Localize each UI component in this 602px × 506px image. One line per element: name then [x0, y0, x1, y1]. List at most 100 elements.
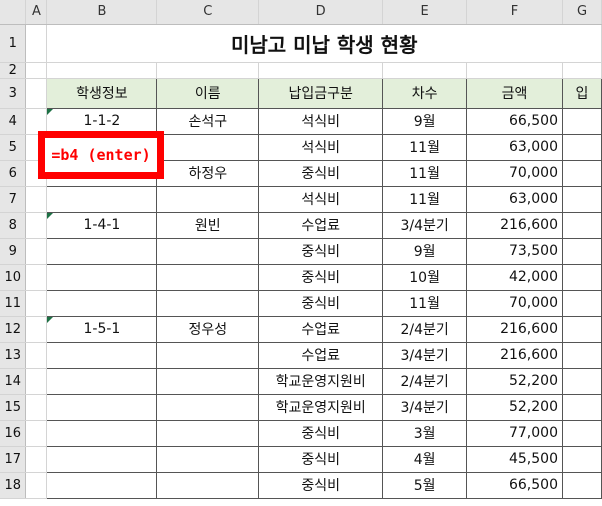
cell-a9[interactable] [25, 238, 48, 265]
cell-b12[interactable]: 1-5-1 [46, 315, 158, 343]
cell-d4[interactable]: 석식비 [258, 107, 384, 135]
cell-e15[interactable]: 3/4분기 [382, 393, 468, 421]
row-header-12[interactable]: 12 [0, 316, 27, 343]
row-header-1[interactable]: 1 [0, 24, 27, 63]
row-header-14[interactable]: 14 [0, 368, 27, 395]
cell-f15[interactable]: 52,200 [466, 393, 563, 421]
cell-b8[interactable]: 1-4-1 [46, 211, 158, 239]
row-header-4[interactable]: 4 [0, 108, 27, 135]
cell-a15[interactable] [25, 394, 48, 421]
cell-f10[interactable]: 42,000 [466, 263, 563, 291]
cell-c6[interactable]: 하정우 [156, 159, 260, 187]
cell-d10[interactable]: 중식비 [258, 263, 384, 291]
cell-e6[interactable]: 11월 [382, 159, 468, 187]
cell-row2-3[interactable] [382, 62, 468, 79]
row-header-3[interactable]: 3 [0, 78, 27, 109]
cell-a14[interactable] [25, 368, 48, 395]
cell-b11[interactable] [46, 289, 158, 317]
cell-f16[interactable]: 77,000 [466, 419, 563, 447]
header-cell-g[interactable]: 입 [561, 77, 602, 109]
cell-c18[interactable] [156, 471, 260, 499]
cell-row2-4[interactable] [466, 62, 563, 79]
cell-g5[interactable] [561, 133, 602, 161]
cell-d6[interactable]: 중식비 [258, 159, 384, 187]
column-header-c[interactable]: C [156, 0, 260, 25]
cell-c11[interactable] [156, 289, 260, 317]
cell-g9[interactable] [561, 237, 602, 265]
header-cell-d[interactable]: 납입금구분 [258, 77, 384, 109]
column-header-d[interactable]: D [258, 0, 384, 25]
cell-row2-2[interactable] [258, 62, 384, 79]
cell-f9[interactable]: 73,500 [466, 237, 563, 265]
cell-b17[interactable] [46, 445, 158, 473]
cell-f7[interactable]: 63,000 [466, 185, 563, 213]
row-header-5[interactable]: 5 [0, 134, 27, 161]
cell-g15[interactable] [561, 393, 602, 421]
cell-e11[interactable]: 11월 [382, 289, 468, 317]
cell-e14[interactable]: 2/4분기 [382, 367, 468, 395]
cell-g14[interactable] [561, 367, 602, 395]
sheet-title[interactable]: 미남고 미납 학생 현황 [46, 24, 602, 63]
cell-e13[interactable]: 3/4분기 [382, 341, 468, 369]
cell-d12[interactable]: 수업료 [258, 315, 384, 343]
header-cell-b[interactable]: 학생정보 [46, 77, 158, 109]
cell-e10[interactable]: 10월 [382, 263, 468, 291]
row-header-18[interactable]: 18 [0, 472, 27, 499]
cell-b18[interactable] [46, 471, 158, 499]
cell-b9[interactable] [46, 237, 158, 265]
header-cell-e[interactable]: 차수 [382, 77, 468, 109]
cell-f4[interactable]: 66,500 [466, 107, 563, 135]
cell-f13[interactable]: 216,600 [466, 341, 563, 369]
cell-e5[interactable]: 11월 [382, 133, 468, 161]
cell-d5[interactable]: 석식비 [258, 133, 384, 161]
cell-g11[interactable] [561, 289, 602, 317]
cell-g17[interactable] [561, 445, 602, 473]
row-header-16[interactable]: 16 [0, 420, 27, 447]
row-header-17[interactable]: 17 [0, 446, 27, 473]
cell-c10[interactable] [156, 263, 260, 291]
cell-d8[interactable]: 수업료 [258, 211, 384, 239]
cell-g10[interactable] [561, 263, 602, 291]
row-header-7[interactable]: 7 [0, 186, 27, 213]
cell-a3[interactable] [25, 78, 48, 109]
cell-a16[interactable] [25, 420, 48, 447]
cell-d15[interactable]: 학교운영지원비 [258, 393, 384, 421]
cell-f12[interactable]: 216,600 [466, 315, 563, 343]
cell-d9[interactable]: 중식비 [258, 237, 384, 265]
cell-f14[interactable]: 52,200 [466, 367, 563, 395]
row-header-8[interactable]: 8 [0, 212, 27, 239]
header-cell-f[interactable]: 금액 [466, 77, 563, 109]
header-cell-c[interactable]: 이름 [156, 77, 260, 109]
column-header-e[interactable]: E [382, 0, 468, 25]
cell-d18[interactable]: 중식비 [258, 471, 384, 499]
cell-g6[interactable] [561, 159, 602, 187]
cell-a13[interactable] [25, 342, 48, 369]
cell-c14[interactable] [156, 367, 260, 395]
cell-a11[interactable] [25, 290, 48, 317]
row-header-2[interactable]: 2 [0, 62, 27, 79]
cell-a18[interactable] [25, 472, 48, 499]
cell-f8[interactable]: 216,600 [466, 211, 563, 239]
row-header-11[interactable]: 11 [0, 290, 27, 317]
cell-f17[interactable]: 45,500 [466, 445, 563, 473]
cell-d13[interactable]: 수업료 [258, 341, 384, 369]
cell-c5[interactable] [156, 133, 260, 161]
cell-a8[interactable] [25, 212, 48, 239]
cell-a17[interactable] [25, 446, 48, 473]
cell-f5[interactable]: 63,000 [466, 133, 563, 161]
cell-e8[interactable]: 3/4분기 [382, 211, 468, 239]
cell-e12[interactable]: 2/4분기 [382, 315, 468, 343]
cell-c16[interactable] [156, 419, 260, 447]
cell-g13[interactable] [561, 341, 602, 369]
cell-c4[interactable]: 손석구 [156, 107, 260, 135]
cell-e9[interactable]: 9월 [382, 237, 468, 265]
cell-c15[interactable] [156, 393, 260, 421]
cell-b14[interactable] [46, 367, 158, 395]
cell-b10[interactable] [46, 263, 158, 291]
row-header-13[interactable]: 13 [0, 342, 27, 369]
cell-row2-0[interactable] [46, 62, 158, 79]
row-header-6[interactable]: 6 [0, 160, 27, 187]
cell-b13[interactable] [46, 341, 158, 369]
cell-e18[interactable]: 5월 [382, 471, 468, 499]
select-all-corner[interactable] [0, 0, 27, 25]
